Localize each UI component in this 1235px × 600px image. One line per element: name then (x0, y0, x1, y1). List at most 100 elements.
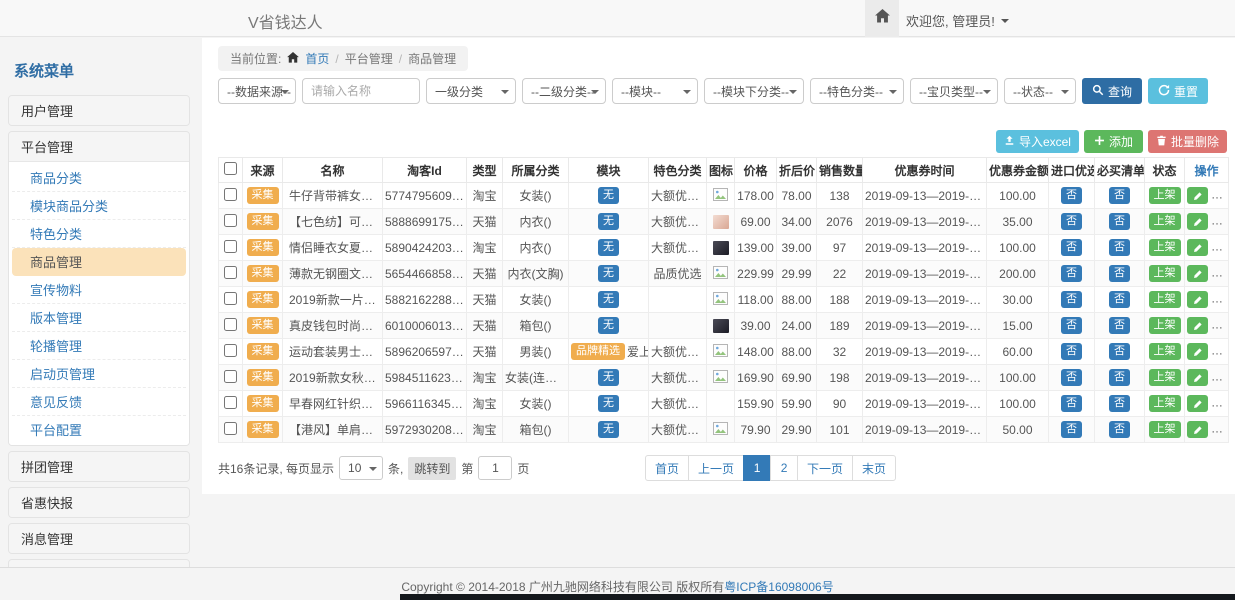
import-toggle-button[interactable]: 否 (1061, 395, 1082, 411)
sidebar-item-1-9[interactable]: 平台配置 (12, 416, 186, 443)
level2-category-select[interactable]: --二级分类-- (522, 78, 606, 104)
row-checkbox[interactable] (224, 318, 237, 331)
status-on-shelf-button[interactable]: 上架 (1149, 213, 1181, 229)
sidebar-group-heading-2[interactable]: 拼团管理 (9, 452, 189, 481)
edit-button[interactable] (1187, 291, 1208, 308)
edit-button[interactable] (1187, 343, 1208, 360)
import-toggle-button[interactable]: 否 (1061, 213, 1082, 229)
module-none-badge[interactable]: 无 (598, 213, 619, 229)
module-none-badge[interactable]: 无 (598, 291, 619, 307)
module-select[interactable]: --模块-- (612, 78, 698, 104)
user-menu[interactable]: 欢迎您, 管理员! (906, 11, 1009, 30)
item-type-select[interactable]: --宝贝类型-- (910, 78, 998, 104)
pager-item-4[interactable]: 下一页 (797, 455, 853, 481)
status-on-shelf-button[interactable]: 上架 (1149, 317, 1181, 333)
module-none-badge[interactable]: 无 (598, 395, 619, 411)
status-on-shelf-button[interactable]: 上架 (1149, 187, 1181, 203)
module-none-badge[interactable]: 无 (598, 187, 619, 203)
must-buy-toggle-button[interactable]: 否 (1109, 317, 1130, 333)
pager-item-1[interactable]: 上一页 (688, 455, 744, 481)
import-toggle-button[interactable]: 否 (1061, 343, 1082, 359)
edit-button[interactable] (1187, 421, 1208, 438)
select-all-checkbox[interactable] (224, 162, 237, 175)
status-on-shelf-button[interactable]: 上架 (1149, 265, 1181, 281)
row-checkbox[interactable] (224, 240, 237, 253)
add-button[interactable]: 添加 (1084, 130, 1143, 153)
status-on-shelf-button[interactable]: 上架 (1149, 395, 1181, 411)
feature-category-select[interactable]: --特色分类-- (810, 78, 904, 104)
data-source-select[interactable]: --数据来源-- (218, 78, 296, 104)
module-sub-category-select[interactable]: --模块下分类-- (704, 78, 804, 104)
name-input[interactable] (302, 78, 420, 104)
module-none-badge[interactable]: 无 (598, 265, 619, 281)
must-buy-toggle-button[interactable]: 否 (1109, 395, 1130, 411)
import-toggle-button[interactable]: 否 (1061, 369, 1082, 385)
edit-button[interactable] (1187, 187, 1208, 204)
module-none-badge[interactable]: 无 (598, 369, 619, 385)
must-buy-toggle-button[interactable]: 否 (1109, 421, 1130, 437)
import-toggle-button[interactable]: 否 (1061, 265, 1082, 281)
sidebar-group-heading-0[interactable]: 用户管理 (9, 96, 189, 125)
sidebar-item-1-5[interactable]: 版本管理 (12, 304, 186, 332)
import-toggle-button[interactable]: 否 (1061, 421, 1082, 437)
sidebar-group-heading-4[interactable]: 消息管理 (9, 524, 189, 553)
import-toggle-button[interactable]: 否 (1061, 239, 1082, 255)
row-checkbox[interactable] (224, 292, 237, 305)
module-none-badge[interactable]: 无 (598, 239, 619, 255)
pager-item-3[interactable]: 2 (770, 455, 798, 481)
import-toggle-button[interactable]: 否 (1061, 291, 1082, 307)
edit-button[interactable] (1187, 395, 1208, 412)
sidebar-item-1-3[interactable]: 商品管理 (12, 248, 186, 276)
module-none-badge[interactable]: 无 (598, 421, 619, 437)
module-none-badge[interactable]: 无 (598, 317, 619, 333)
must-buy-toggle-button[interactable]: 否 (1109, 213, 1130, 229)
pager-item-5[interactable]: 末页 (852, 455, 896, 481)
search-button[interactable]: 查询 (1082, 78, 1142, 104)
edit-button[interactable] (1187, 369, 1208, 386)
reset-button[interactable]: 重置 (1148, 78, 1208, 104)
row-checkbox[interactable] (224, 188, 237, 201)
sidebar-group-heading-3[interactable]: 省惠快报 (9, 488, 189, 517)
edit-button[interactable] (1187, 239, 1208, 256)
sidebar-item-1-0[interactable]: 商品分类 (12, 164, 186, 192)
level1-category-select[interactable]: 一级分类 (426, 78, 516, 104)
icp-link[interactable]: 粤ICP备16098006号 (724, 580, 833, 594)
must-buy-toggle-button[interactable]: 否 (1109, 239, 1130, 255)
row-checkbox[interactable] (224, 214, 237, 227)
must-buy-toggle-button[interactable]: 否 (1109, 369, 1130, 385)
row-checkbox[interactable] (224, 396, 237, 409)
row-checkbox[interactable] (224, 344, 237, 357)
status-on-shelf-button[interactable]: 上架 (1149, 369, 1181, 385)
row-checkbox[interactable] (224, 370, 237, 383)
edit-button[interactable] (1187, 213, 1208, 230)
sidebar-item-1-4[interactable]: 宣传物料 (12, 276, 186, 304)
row-checkbox[interactable] (224, 422, 237, 435)
edit-button[interactable] (1187, 265, 1208, 282)
sidebar-item-1-8[interactable]: 意见反馈 (12, 388, 186, 416)
edit-button[interactable] (1187, 317, 1208, 334)
import-excel-button[interactable]: 导入excel (996, 130, 1079, 153)
sidebar-item-1-6[interactable]: 轮播管理 (12, 332, 186, 360)
import-toggle-button[interactable]: 否 (1061, 187, 1082, 203)
sidebar-group-heading-1[interactable]: 平台管理 (9, 132, 189, 161)
must-buy-toggle-button[interactable]: 否 (1109, 343, 1130, 359)
per-page-select[interactable]: 10 (339, 456, 383, 480)
pager-item-0[interactable]: 首页 (645, 455, 689, 481)
status-select[interactable]: --状态-- (1004, 78, 1076, 104)
sidebar-item-1-2[interactable]: 特色分类 (12, 220, 186, 248)
must-buy-toggle-button[interactable]: 否 (1109, 265, 1130, 281)
status-on-shelf-button[interactable]: 上架 (1149, 343, 1181, 359)
batch-delete-button[interactable]: 批量删除 (1148, 130, 1227, 153)
status-on-shelf-button[interactable]: 上架 (1149, 291, 1181, 307)
status-on-shelf-button[interactable]: 上架 (1149, 421, 1181, 437)
home-button[interactable] (865, 0, 899, 37)
page-number-input[interactable] (478, 456, 512, 480)
import-toggle-button[interactable]: 否 (1061, 317, 1082, 333)
row-checkbox[interactable] (224, 266, 237, 279)
sidebar-item-1-1[interactable]: 模块商品分类 (12, 192, 186, 220)
must-buy-toggle-button[interactable]: 否 (1109, 291, 1130, 307)
sidebar-item-1-7[interactable]: 启动页管理 (12, 360, 186, 388)
breadcrumb-home-link[interactable]: 首页 (305, 50, 329, 67)
jump-button[interactable]: 跳转到 (408, 457, 456, 480)
status-on-shelf-button[interactable]: 上架 (1149, 239, 1181, 255)
